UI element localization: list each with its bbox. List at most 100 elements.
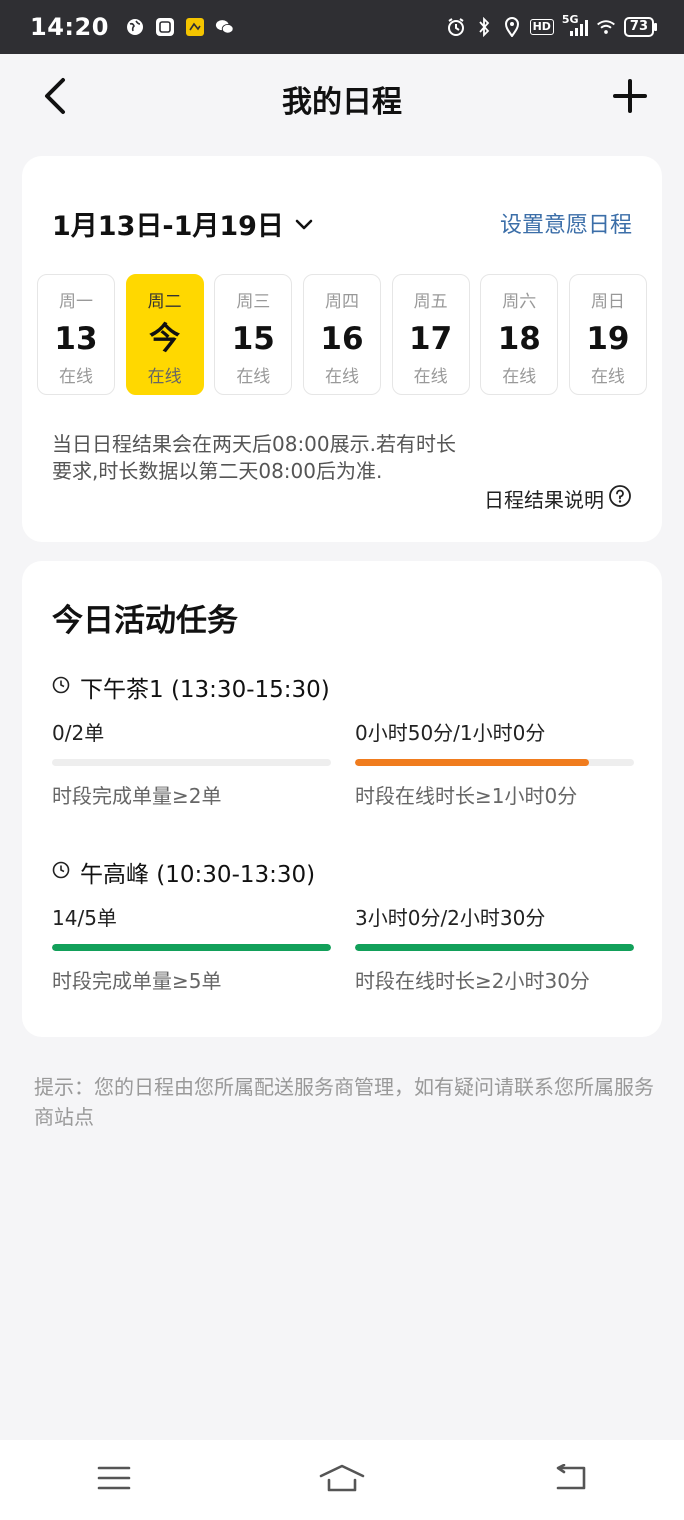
network-label: 5G bbox=[561, 13, 579, 26]
week-row: 1月13日-1月19日 设置意愿日程 bbox=[52, 198, 632, 248]
task-item: 下午茶1 (13:30-15:30) 0/2单 时段完成单量≥2单 0小时50分… bbox=[52, 669, 634, 809]
battery-icon: 73 bbox=[623, 17, 658, 37]
set-preferred-schedule-link[interactable]: 设置意愿日程 bbox=[500, 207, 632, 239]
duration-progress-bar bbox=[355, 944, 634, 951]
day-status: 在线 bbox=[324, 367, 359, 387]
day-number: 今 bbox=[149, 321, 181, 357]
globe-icon bbox=[125, 17, 145, 37]
day-weekday: 周一 bbox=[59, 292, 93, 312]
orders-progress-bar bbox=[52, 944, 331, 951]
wechat-icon bbox=[215, 17, 235, 37]
day-number: 15 bbox=[231, 321, 275, 357]
task-metrics: 0/2单 时段完成单量≥2单 0小时50分/1小时0分 时段在线时长≥1小时0分 bbox=[52, 719, 634, 809]
task-item: 午高峰 (10:30-13:30) 14/5单 时段完成单量≥5单 3小时0分/… bbox=[52, 854, 634, 994]
day-weekday: 周六 bbox=[502, 292, 537, 312]
app-icon bbox=[155, 17, 175, 37]
hd-icon: HD bbox=[529, 19, 554, 35]
week-range-selector[interactable]: 1月13日-1月19日 bbox=[52, 204, 314, 243]
task-orders: 14/5单 时段完成单量≥5单 bbox=[52, 904, 331, 994]
header: 我的日程 bbox=[0, 54, 684, 144]
day-weekday: 周五 bbox=[413, 292, 448, 312]
orders-progress-bar bbox=[52, 759, 331, 766]
day-number: 17 bbox=[409, 321, 453, 357]
status-left-icons bbox=[125, 17, 235, 37]
clock-icon bbox=[52, 859, 70, 885]
bluetooth-icon bbox=[474, 17, 494, 37]
wifi-icon bbox=[596, 17, 616, 37]
day-thu[interactable]: 周四 16 在线 bbox=[302, 274, 381, 395]
chevron-left-icon bbox=[41, 77, 67, 119]
day-status: 在线 bbox=[413, 367, 448, 387]
duration-progress-fill bbox=[355, 759, 590, 766]
duration-value: 0小时50分/1小时0分 bbox=[355, 721, 546, 745]
duration-progress-fill bbox=[355, 944, 634, 951]
schedule-card: 1月13日-1月19日 设置意愿日程 周一 13 在线 周二 今 在线 周三 1… bbox=[22, 156, 662, 542]
status-time: 14:20 bbox=[30, 13, 109, 41]
home-icon bbox=[318, 1463, 366, 1497]
day-weekday: 周日 bbox=[590, 292, 625, 312]
day-number: 13 bbox=[54, 321, 98, 357]
day-status: 在线 bbox=[59, 367, 93, 387]
task-orders: 0/2单 时段完成单量≥2单 bbox=[52, 719, 331, 809]
back-button[interactable] bbox=[34, 76, 74, 120]
nav-home-button[interactable] bbox=[312, 1455, 372, 1505]
plus-icon bbox=[613, 79, 647, 117]
back-icon bbox=[552, 1463, 588, 1496]
day-weekday: 周三 bbox=[236, 292, 271, 312]
alarm-icon bbox=[446, 17, 466, 37]
duration-value: 3小时0分/2小时30分 bbox=[355, 906, 546, 930]
task-name: 下午茶1 (13:30-15:30) bbox=[80, 677, 330, 703]
day-status: 在线 bbox=[147, 367, 182, 387]
orders-requirement: 时段完成单量≥5单 bbox=[52, 969, 222, 993]
tasks-card: 今日活动任务 下午茶1 (13:30-15:30) 0/2单 时段完成单量≥2单… bbox=[22, 561, 662, 1037]
day-sat[interactable]: 周六 18 在线 bbox=[480, 274, 559, 395]
day-number: 16 bbox=[320, 321, 364, 357]
nav-menu-button[interactable] bbox=[84, 1455, 144, 1505]
chevron-down-icon bbox=[294, 208, 314, 239]
page-title: 我的日程 bbox=[282, 85, 402, 120]
menu-icon bbox=[97, 1465, 131, 1495]
app-icon bbox=[185, 17, 205, 37]
day-status: 在线 bbox=[236, 367, 271, 387]
day-status: 在线 bbox=[502, 367, 537, 387]
task-metrics: 14/5单 时段完成单量≥5单 3小时0分/2小时30分 时段在线时长≥2小时3… bbox=[52, 904, 634, 994]
task-name: 午高峰 (10:30-13:30) bbox=[80, 862, 316, 888]
orders-requirement: 时段完成单量≥2单 bbox=[52, 784, 222, 808]
system-nav-bar bbox=[0, 1440, 684, 1520]
day-weekday: 周四 bbox=[324, 292, 359, 312]
task-duration: 0小时50分/1小时0分 时段在线时长≥1小时0分 bbox=[355, 719, 634, 809]
day-number: 19 bbox=[586, 321, 630, 357]
duration-requirement: 时段在线时长≥2小时30分 bbox=[355, 969, 590, 993]
day-tue[interactable]: 周二 今 在线 bbox=[125, 274, 204, 395]
day-status: 在线 bbox=[590, 367, 625, 387]
question-circle-icon bbox=[608, 484, 632, 513]
day-fri[interactable]: 周五 17 在线 bbox=[391, 274, 470, 395]
schedule-note: 当日日程结果会在两天后08:00展示.若有时长要求,时长数据以第二天08:00后… bbox=[52, 432, 456, 483]
orders-value: 0/2单 bbox=[52, 721, 105, 745]
task-duration: 3小时0分/2小时30分 时段在线时长≥2小时30分 bbox=[355, 904, 634, 994]
orders-progress-fill bbox=[52, 944, 331, 951]
day-mon[interactable]: 周一 13 在线 bbox=[37, 274, 115, 395]
signal-icon: 5G bbox=[562, 13, 588, 37]
day-number: 18 bbox=[497, 321, 541, 357]
footer-tip: 提示：您的日程由您所属配送服务商管理，如有疑问请联系您所属服务商站点 bbox=[34, 1075, 654, 1129]
status-right-icons: HD 5G 73 bbox=[446, 13, 658, 37]
duration-requirement: 时段在线时长≥1小时0分 bbox=[355, 784, 578, 808]
orders-value: 14/5单 bbox=[52, 906, 117, 930]
clock-icon bbox=[52, 674, 70, 700]
week-range-label: 1月13日-1月19日 bbox=[52, 210, 284, 242]
status-bar: 14:20 HD 5G 73 bbox=[0, 0, 684, 54]
result-link-label: 日程结果说明 bbox=[484, 488, 604, 512]
task-name-row: 午高峰 (10:30-13:30) bbox=[52, 854, 634, 890]
day-weekday: 周二 bbox=[147, 292, 182, 312]
schedule-result-explanation-link[interactable]: 日程结果说明 bbox=[484, 484, 632, 513]
duration-progress-bar bbox=[355, 759, 634, 766]
location-icon bbox=[502, 17, 522, 37]
task-name-row: 下午茶1 (13:30-15:30) bbox=[52, 669, 634, 705]
day-selector: 周一 13 在线 周二 今 在线 周三 15 在线 周四 16 在线 周五 17… bbox=[37, 274, 647, 397]
day-wed[interactable]: 周三 15 在线 bbox=[214, 274, 293, 395]
tasks-title: 今日活动任务 bbox=[52, 603, 238, 639]
add-button[interactable] bbox=[608, 76, 652, 120]
day-sun[interactable]: 周日 19 在线 bbox=[568, 274, 647, 395]
nav-back-button[interactable] bbox=[540, 1455, 600, 1505]
